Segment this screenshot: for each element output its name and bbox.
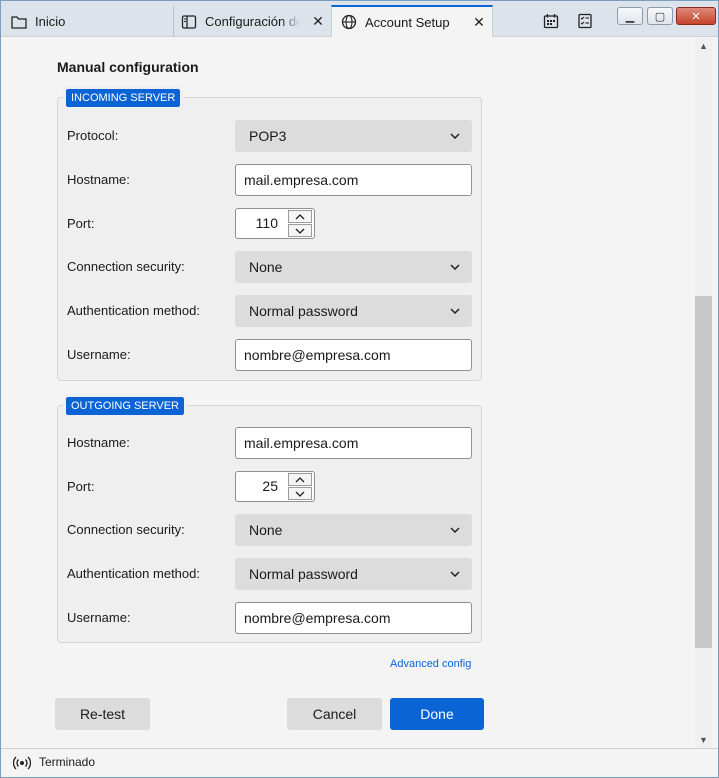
chevron-down-icon xyxy=(448,295,462,327)
incoming-security-select[interactable]: None xyxy=(235,251,472,283)
chevron-down-icon xyxy=(295,491,305,497)
chevron-up-icon xyxy=(295,476,305,482)
incoming-server-section: INCOMING SERVER Protocol: POP3 Hostname:… xyxy=(57,86,483,381)
chevron-down-icon xyxy=(448,514,462,546)
chevron-up-icon xyxy=(295,213,305,219)
incoming-auth-select[interactable]: Normal password xyxy=(235,295,472,327)
folder-icon xyxy=(11,14,27,30)
outgoing-username-input[interactable]: nombre@empresa.com xyxy=(235,602,472,634)
incoming-username-input[interactable]: nombre@empresa.com xyxy=(235,339,472,371)
outgoing-port-stepper[interactable]: 25 xyxy=(235,471,315,502)
outgoing-username-row: Username: nombre@empresa.com xyxy=(58,602,483,634)
done-button[interactable]: Done xyxy=(390,698,484,730)
incoming-server-legend: INCOMING SERVER xyxy=(62,86,184,110)
incoming-port-row: Port: 110 xyxy=(58,208,483,240)
chevron-down-icon xyxy=(448,251,462,283)
outgoing-auth-select[interactable]: Normal password xyxy=(235,558,472,590)
chevron-down-icon xyxy=(295,228,305,234)
tab-account-setup[interactable]: Account Setup ✕ xyxy=(331,5,493,37)
select-value: Normal password xyxy=(249,303,358,319)
incoming-port-stepper[interactable]: 110 xyxy=(235,208,315,239)
hostname-label: Hostname: xyxy=(67,435,130,450)
minimize-button[interactable]: ▁ xyxy=(617,7,643,25)
status-bar: Terminado xyxy=(1,748,718,777)
outgoing-security-row: Connection security: None xyxy=(58,514,483,546)
chevron-down-icon xyxy=(448,558,462,590)
advanced-config-link[interactable]: Advanced config xyxy=(390,658,471,670)
tab-label: Account Setup xyxy=(365,14,450,30)
close-icon[interactable]: ✕ xyxy=(472,15,486,29)
outgoing-security-select[interactable]: None xyxy=(235,514,472,546)
tab-account-settings[interactable]: Configuración de la cuenta ✕ xyxy=(173,6,329,37)
username-label: Username: xyxy=(67,347,131,362)
select-value: None xyxy=(249,522,283,538)
close-icon: ✕ xyxy=(691,10,701,23)
outgoing-server-legend: OUTGOING SERVER xyxy=(63,394,187,418)
protocol-label: Protocol: xyxy=(67,128,119,143)
incoming-protocol-row: Protocol: POP3 xyxy=(58,120,483,152)
tab-label: Configuración de la cuenta xyxy=(205,14,300,29)
decrement-button[interactable] xyxy=(288,487,312,500)
account-setup-content: Manual configuration INCOMING SERVER Pro… xyxy=(9,38,695,748)
close-icon[interactable]: ✕ xyxy=(311,14,325,28)
scrollbar-thumb[interactable] xyxy=(695,296,712,648)
tab-bar: Inicio Configuración de la cuenta ✕ Acco… xyxy=(1,1,718,37)
increment-button[interactable] xyxy=(288,473,312,486)
outgoing-hostname-row: Hostname: mail.empresa.com xyxy=(58,427,483,459)
authentication-method-label: Authentication method: xyxy=(67,303,200,318)
tasks-icon[interactable] xyxy=(577,13,593,29)
incoming-protocol-select[interactable]: POP3 xyxy=(235,120,472,152)
incoming-username-row: Username: nombre@empresa.com xyxy=(58,339,483,371)
increment-button[interactable] xyxy=(288,210,312,223)
incoming-hostname-input[interactable]: mail.empresa.com xyxy=(235,164,472,196)
outgoing-server-section: OUTGOING SERVER Hostname: mail.empresa.c… xyxy=(57,394,483,643)
outgoing-auth-row: Authentication method: Normal password xyxy=(58,558,483,590)
app-window: Inicio Configuración de la cuenta ✕ Acco… xyxy=(0,0,719,778)
globe-icon xyxy=(341,14,357,30)
connection-security-label: Connection security: xyxy=(67,259,185,274)
scroll-up-icon[interactable]: ▲ xyxy=(695,38,712,54)
tab-label: Inicio xyxy=(35,14,66,29)
minimize-icon: ▁ xyxy=(625,10,635,23)
incoming-auth-row: Authentication method: Normal password xyxy=(58,295,483,327)
port-label: Port: xyxy=(67,216,95,231)
select-value: Normal password xyxy=(249,566,358,582)
cancel-button[interactable]: Cancel xyxy=(287,698,382,730)
outgoing-hostname-input[interactable]: mail.empresa.com xyxy=(235,427,472,459)
page-title: Manual configuration xyxy=(57,59,199,75)
tab-inicio[interactable]: Inicio xyxy=(11,6,171,37)
incoming-security-row: Connection security: None xyxy=(58,251,483,283)
select-value: POP3 xyxy=(249,128,287,144)
port-value[interactable]: 25 xyxy=(236,472,286,501)
settings-page-icon xyxy=(181,14,197,30)
retest-button[interactable]: Re-test xyxy=(55,698,150,730)
calendar-icon[interactable] xyxy=(543,13,559,29)
hostname-label: Hostname: xyxy=(67,172,130,187)
connection-status-icon xyxy=(12,754,32,772)
vertical-scrollbar[interactable]: ▲ ▼ xyxy=(695,38,712,748)
select-value: None xyxy=(249,259,283,275)
decrement-button[interactable] xyxy=(288,224,312,237)
username-label: Username: xyxy=(67,610,131,625)
chevron-down-icon xyxy=(448,120,462,152)
outgoing-port-row: Port: 25 xyxy=(58,471,483,503)
authentication-method-label: Authentication method: xyxy=(67,566,200,581)
incoming-hostname-row: Hostname: mail.empresa.com xyxy=(58,164,483,196)
maximize-icon: ▢ xyxy=(654,10,666,23)
scroll-down-icon[interactable]: ▼ xyxy=(695,732,712,748)
close-window-button[interactable]: ✕ xyxy=(676,7,716,25)
port-value[interactable]: 110 xyxy=(236,209,286,238)
status-text: Terminado xyxy=(39,755,96,769)
connection-security-label: Connection security: xyxy=(67,522,185,537)
maximize-button[interactable]: ▢ xyxy=(647,7,673,25)
port-label: Port: xyxy=(67,479,95,494)
